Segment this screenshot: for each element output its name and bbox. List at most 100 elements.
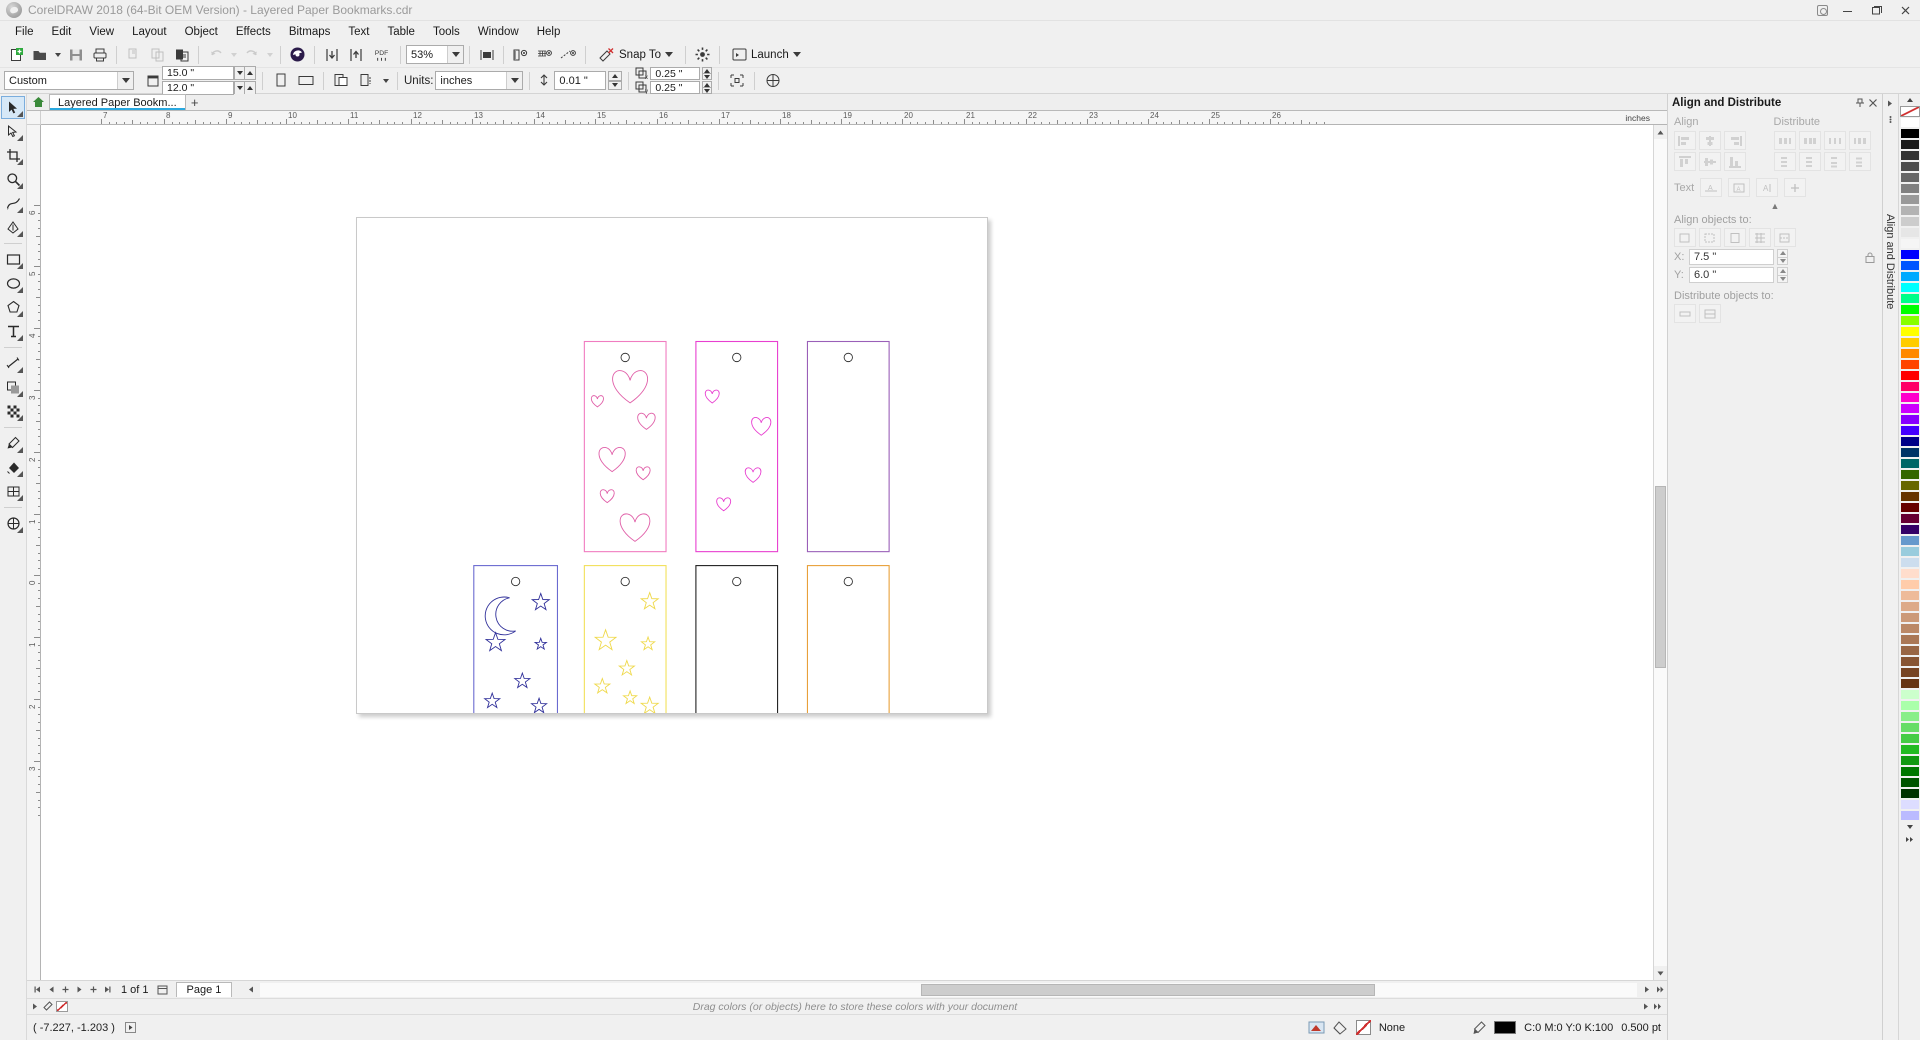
wireframe-button[interactable] bbox=[761, 70, 784, 92]
menu-file[interactable]: File bbox=[6, 23, 43, 41]
palette-swatch[interactable] bbox=[1900, 370, 1920, 381]
menu-table[interactable]: Table bbox=[378, 23, 424, 41]
import-icon[interactable] bbox=[320, 44, 343, 66]
palette-swatch[interactable] bbox=[1900, 172, 1920, 183]
palette-swatch[interactable] bbox=[1900, 799, 1920, 810]
palette-swatch[interactable] bbox=[1900, 777, 1920, 788]
page-next-button[interactable] bbox=[73, 983, 86, 997]
palette-swatch[interactable] bbox=[1900, 381, 1920, 392]
page-height-down[interactable] bbox=[234, 81, 245, 95]
palette-swatch[interactable] bbox=[1900, 744, 1920, 755]
pick-tool[interactable] bbox=[1, 96, 25, 119]
palette-swatch[interactable] bbox=[1900, 161, 1920, 172]
hscroll-left-button[interactable] bbox=[244, 983, 257, 997]
text-tool[interactable] bbox=[1, 320, 25, 343]
vscroll-thumb[interactable] bbox=[1655, 486, 1666, 668]
page-width-down[interactable] bbox=[234, 66, 245, 80]
zoom-dropdown-icon[interactable] bbox=[447, 46, 463, 63]
bookmark-hearts-magenta[interactable] bbox=[696, 342, 778, 552]
palette-eyedropper-icon[interactable] bbox=[42, 1001, 53, 1012]
paste-icon[interactable] bbox=[170, 44, 193, 66]
bookmark-sun-black[interactable] bbox=[696, 566, 778, 713]
crop-tool[interactable] bbox=[1, 144, 25, 167]
palette-swatch[interactable] bbox=[1900, 249, 1920, 260]
palette-swatch[interactable] bbox=[1900, 667, 1920, 678]
page-tab-page1[interactable]: Page 1 bbox=[176, 982, 233, 997]
distribute-extent-page-button[interactable] bbox=[1699, 304, 1721, 323]
palette-swatch[interactable] bbox=[1900, 656, 1920, 667]
docker-options-icon[interactable] bbox=[1884, 112, 1898, 126]
current-page-dropdown-icon[interactable] bbox=[380, 70, 391, 92]
palette-swatch[interactable] bbox=[1900, 304, 1920, 315]
palette-swatch[interactable] bbox=[1900, 755, 1920, 766]
palette-swatch[interactable] bbox=[1900, 205, 1920, 216]
page-height-input[interactable]: 12.0 " bbox=[162, 81, 234, 95]
palette-swatch[interactable] bbox=[1900, 359, 1920, 370]
align-x-down[interactable] bbox=[1777, 258, 1788, 266]
page-height-up[interactable] bbox=[245, 81, 256, 95]
palette-swatch[interactable] bbox=[1900, 337, 1920, 348]
fill-color-swatch[interactable] bbox=[1356, 1020, 1371, 1035]
duplicate-x-up[interactable] bbox=[702, 67, 712, 74]
palette-swatch[interactable] bbox=[1900, 282, 1920, 293]
undo-icon[interactable] bbox=[204, 44, 227, 66]
palette-swatch[interactable] bbox=[1900, 700, 1920, 711]
palette-swatch[interactable] bbox=[1900, 183, 1920, 194]
align-left-button[interactable] bbox=[1674, 131, 1696, 150]
show-grid-icon[interactable] bbox=[533, 44, 556, 66]
palette-swatch[interactable] bbox=[1900, 689, 1920, 700]
menu-tools[interactable]: Tools bbox=[424, 23, 469, 41]
user-account-icon[interactable] bbox=[1811, 0, 1833, 21]
duplicate-y-up[interactable] bbox=[702, 81, 712, 88]
add-align-target-button[interactable] bbox=[1784, 178, 1806, 197]
palette-swatch[interactable] bbox=[1900, 590, 1920, 601]
bookmark-blank-orange[interactable] bbox=[807, 566, 889, 713]
palette-swatch[interactable] bbox=[1900, 568, 1920, 579]
palette-swatch[interactable] bbox=[1900, 502, 1920, 513]
align-y-input[interactable]: 6.0 " bbox=[1689, 267, 1774, 283]
align-top-button[interactable] bbox=[1674, 152, 1696, 171]
text-align-baseline-button[interactable]: A bbox=[1700, 178, 1722, 197]
align-y-down[interactable] bbox=[1777, 276, 1788, 284]
palette-swatch[interactable] bbox=[1900, 139, 1920, 150]
export-icon[interactable] bbox=[344, 44, 367, 66]
transparency-tool[interactable] bbox=[1, 400, 25, 423]
page-preset-dropdown-icon[interactable] bbox=[117, 72, 133, 89]
vscroll-track[interactable] bbox=[1654, 139, 1667, 966]
current-page-button[interactable] bbox=[355, 70, 378, 92]
menu-layout[interactable]: Layout bbox=[123, 23, 176, 41]
palette-swatch[interactable] bbox=[1900, 348, 1920, 359]
palette-swatch[interactable] bbox=[1900, 612, 1920, 623]
bookmark-moon-stars-yellow[interactable] bbox=[584, 566, 666, 713]
palette-swatch[interactable] bbox=[1900, 557, 1920, 568]
snap-to-button[interactable]: Snap To bbox=[591, 44, 680, 66]
docker-close-icon[interactable] bbox=[1868, 98, 1878, 108]
menu-help[interactable]: Help bbox=[528, 23, 570, 41]
palette-swatch[interactable] bbox=[1900, 315, 1920, 326]
print-icon[interactable] bbox=[88, 44, 111, 66]
all-pages-button[interactable] bbox=[330, 70, 353, 92]
palette-swatch[interactable] bbox=[1900, 260, 1920, 271]
text-align-bbox-button[interactable]: A bbox=[1728, 178, 1750, 197]
distribute-spacing-vertical-button[interactable] bbox=[1824, 152, 1846, 171]
page-add-before-button[interactable] bbox=[59, 983, 72, 997]
page-last-button[interactable] bbox=[101, 983, 114, 997]
close-button[interactable] bbox=[1891, 0, 1920, 21]
palette-swatch[interactable] bbox=[1900, 150, 1920, 161]
units-dropdown-icon[interactable] bbox=[506, 72, 522, 89]
outline-tool[interactable] bbox=[1, 512, 25, 535]
palette-swatch[interactable] bbox=[1900, 766, 1920, 777]
palette-swatch[interactable] bbox=[1900, 436, 1920, 447]
menu-effects[interactable]: Effects bbox=[227, 23, 280, 41]
duplicate-x-down[interactable] bbox=[702, 74, 712, 80]
palette-scroll-left-icon[interactable] bbox=[31, 1002, 39, 1011]
palette-scroll-right-icon[interactable] bbox=[1642, 1002, 1650, 1011]
palette-swatch-list[interactable] bbox=[1900, 117, 1920, 821]
distribute-center-horizontal-button[interactable] bbox=[1799, 131, 1821, 150]
align-right-button[interactable] bbox=[1724, 131, 1746, 150]
palette-swatch[interactable] bbox=[1900, 711, 1920, 722]
align-lock-icon[interactable] bbox=[1864, 251, 1876, 264]
palette-swatch[interactable] bbox=[1900, 634, 1920, 645]
palette-swatch[interactable] bbox=[1900, 513, 1920, 524]
full-screen-preview-icon[interactable] bbox=[475, 44, 498, 66]
